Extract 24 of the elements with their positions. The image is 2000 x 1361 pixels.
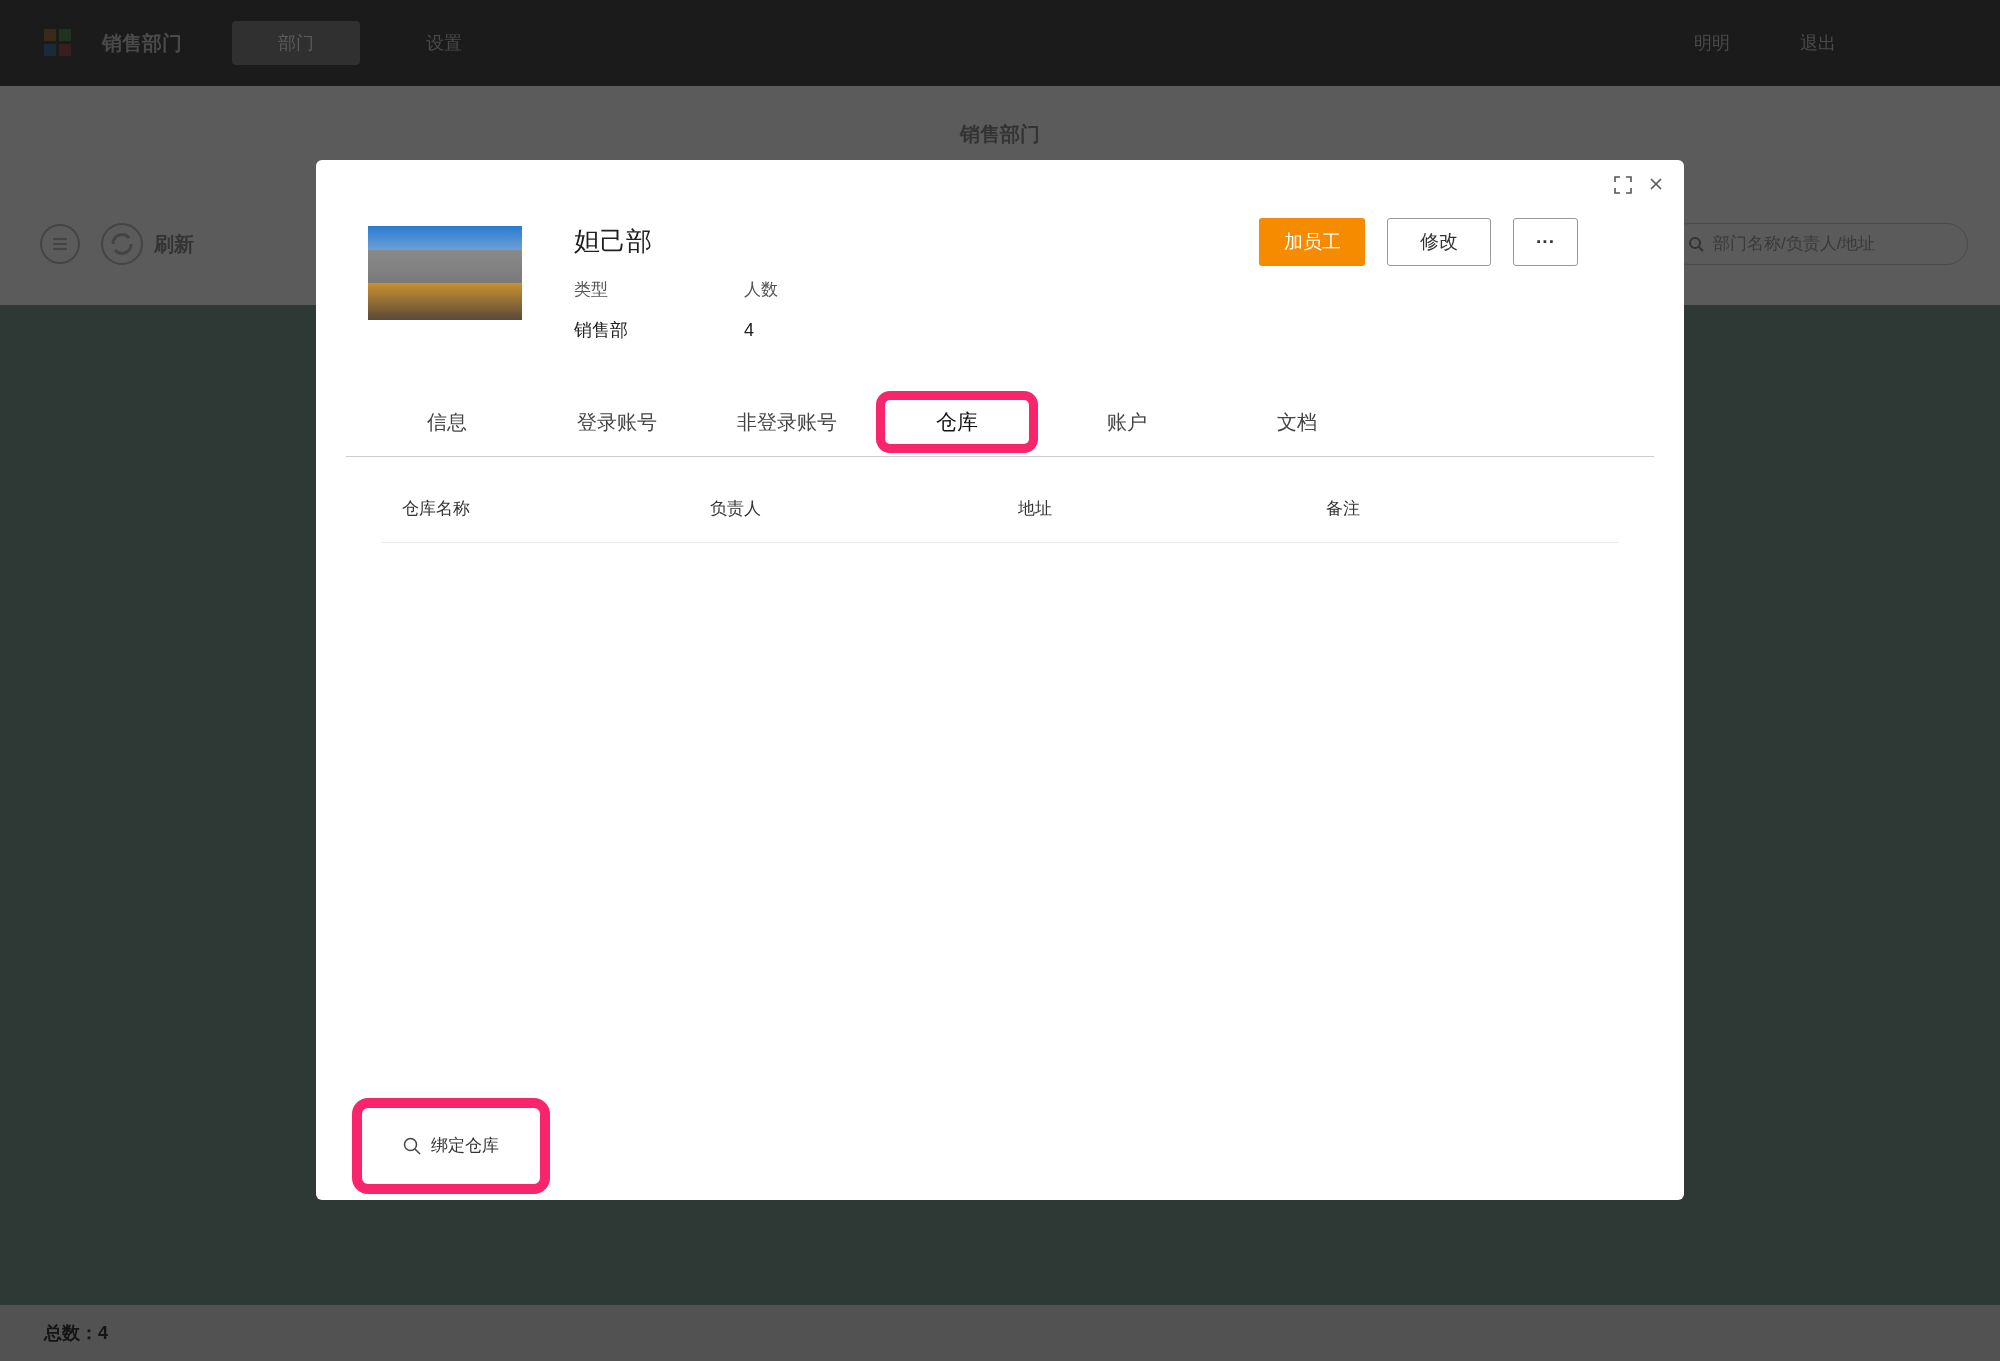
more-button[interactable]: ··· — [1513, 218, 1578, 266]
tab[interactable]: 非登录账号 — [706, 390, 868, 453]
field-label: 类型 — [574, 279, 609, 301]
close-icon[interactable] — [1648, 176, 1664, 192]
logo-icon — [44, 29, 72, 57]
search-icon — [403, 1137, 421, 1155]
column-header: 地址 — [1018, 499, 1052, 519]
column-header: 负责人 — [710, 499, 761, 519]
bind-warehouse-button[interactable]: 绑定仓库 — [391, 1122, 511, 1170]
tab[interactable]: 登录账号 — [536, 390, 698, 453]
tab[interactable]: 账户 — [1046, 390, 1208, 453]
edit-button[interactable]: 修改 — [1387, 218, 1491, 266]
fullscreen-icon[interactable] — [1614, 176, 1632, 194]
column-header: 备注 — [1326, 499, 1360, 519]
tab[interactable]: 仓库 — [876, 390, 1038, 453]
tab[interactable]: 文档 — [1216, 390, 1378, 453]
field-label: 人数 — [744, 279, 779, 301]
search-icon — [1688, 236, 1704, 252]
field-value: 4 — [744, 318, 755, 342]
field-value: 销售部 — [574, 318, 629, 342]
department-name: 妲己部 — [574, 225, 653, 258]
column-header: 仓库名称 — [402, 499, 470, 519]
total-count: 总数：4 — [44, 1321, 108, 1345]
tab[interactable]: 信息 — [366, 390, 528, 453]
